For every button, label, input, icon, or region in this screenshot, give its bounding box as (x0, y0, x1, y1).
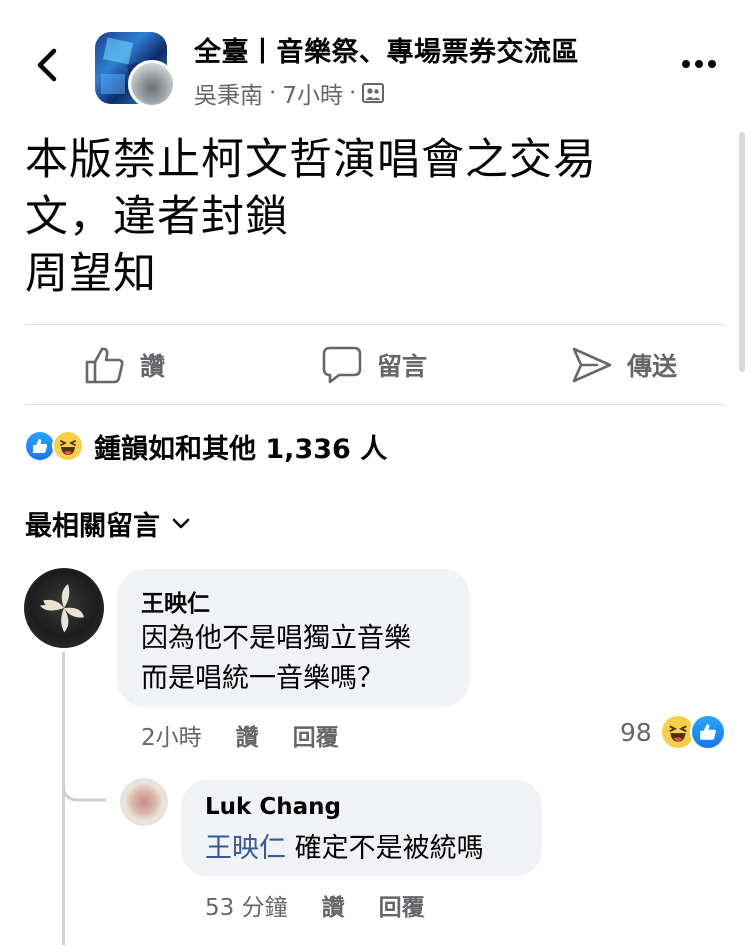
post-meta: 吳秉南 · 7小時 · (194, 76, 385, 110)
comment-bubble[interactable]: 王映仁 因為他不是唱獨立音樂 而是唱統一音樂嗎？ (117, 569, 470, 707)
reply-bubble[interactable]: Luk Chang 王映仁 確定不是被統嗎 (181, 779, 542, 877)
share-button[interactable]: 傳送 (571, 342, 677, 388)
chevron-left-icon (37, 48, 57, 82)
share-label: 傳送 (627, 352, 678, 381)
like-label: 讚 (140, 352, 166, 381)
comment-meta: 2小時 讚 回覆 (141, 718, 339, 752)
commenter-name[interactable]: 王映仁 (141, 584, 210, 618)
post-line: 周望知 (25, 249, 157, 299)
like-reaction-icon (689, 714, 726, 750)
reaction-count-text: 鍾韻如和其他 1,336 人 (94, 433, 388, 465)
scrollbar[interactable] (739, 132, 745, 372)
meta-separator: · (269, 80, 277, 106)
comment-line: 因為他不是唱獨立音樂 (141, 623, 411, 654)
comment-label: 留言 (377, 352, 428, 381)
more-options-button[interactable] (682, 56, 722, 72)
replier-name[interactable]: Luk Chang (205, 794, 341, 820)
commenter-avatar[interactable] (24, 568, 104, 648)
reply-text-line: 王映仁 確定不是被統嗎 (205, 829, 484, 869)
thumbs-up-icon (85, 347, 124, 384)
like-button[interactable]: 讚 (84, 342, 165, 388)
send-icon (572, 347, 612, 383)
group-privacy-icon (362, 83, 385, 103)
author-avatar[interactable] (128, 60, 176, 108)
post-line: 本版禁止柯文哲演唱會之交易 (25, 135, 597, 185)
post-body: 本版禁止柯文哲演唱會之交易 文，違者封鎖 周望知 (25, 132, 685, 303)
comment-button[interactable]: 留言 (321, 342, 427, 388)
comment-like-button[interactable]: 讚 (236, 718, 259, 752)
mention-link[interactable]: 王映仁 (205, 833, 286, 864)
reply-reply-button[interactable]: 回覆 (379, 888, 425, 922)
reply-meta: 53 分鐘 讚 回覆 (205, 888, 425, 922)
reactions-summary[interactable]: 鍾韻如和其他 1,336 人 (24, 426, 387, 466)
reply-like-button[interactable]: 讚 (322, 888, 345, 922)
comment-line: 而是唱統一音樂嗎？ (141, 663, 384, 694)
comment-time[interactable]: 2小時 (141, 718, 202, 752)
author-name[interactable]: 吳秉南 (194, 76, 263, 110)
group-name[interactable]: 全臺丨音樂祭、專場票券交流區 (194, 30, 579, 69)
divider (25, 324, 725, 325)
comment-reactions[interactable]: 98 (620, 714, 726, 750)
chevron-down-icon (172, 518, 190, 528)
comment-icon (322, 346, 362, 384)
back-button[interactable] (30, 45, 64, 85)
meta-separator: · (348, 80, 357, 106)
comment-reply-button[interactable]: 回覆 (293, 718, 339, 752)
reply-connector (62, 760, 106, 802)
comment-reaction-count: 98 (620, 717, 652, 747)
post-time[interactable]: 7小時 (282, 76, 343, 110)
comment-sort-dropdown[interactable]: 最相關留言 (25, 504, 190, 543)
replier-avatar[interactable] (120, 778, 168, 826)
post-line: 文，違者封鎖 (25, 192, 289, 242)
sort-label: 最相關留言 (25, 511, 160, 542)
divider (25, 404, 725, 405)
reply-text: 確定不是被統嗎 (294, 833, 484, 864)
haha-reaction-icon (52, 430, 84, 462)
reply-time[interactable]: 53 分鐘 (205, 888, 288, 922)
